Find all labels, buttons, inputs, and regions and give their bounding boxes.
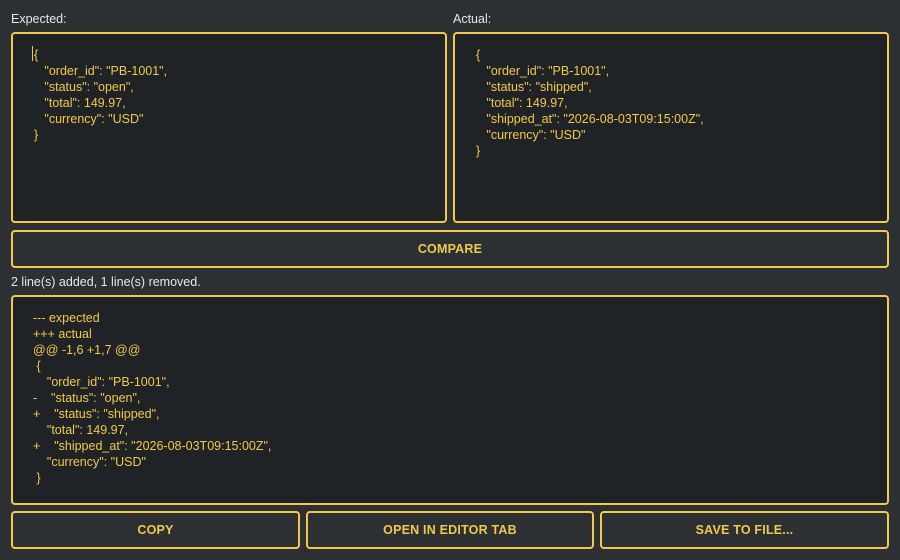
expected-json-text[interactable]: { "order_id": "PB-1001", "status": "open… bbox=[13, 34, 445, 143]
actual-label: Actual: bbox=[453, 12, 492, 26]
actual-editor[interactable]: { "order_id": "PB-1001", "status": "ship… bbox=[453, 32, 889, 223]
actual-json-text[interactable]: { "order_id": "PB-1001", "status": "ship… bbox=[455, 34, 887, 159]
save-to-file-button[interactable]: SAVE TO FILE... bbox=[600, 511, 889, 549]
diff-output-text[interactable]: --- expected +++ actual @@ -1,6 +1,7 @@ … bbox=[13, 297, 887, 486]
copy-button[interactable]: COPY bbox=[11, 511, 300, 549]
expected-editor[interactable]: { "order_id": "PB-1001", "status": "open… bbox=[11, 32, 447, 223]
open-in-editor-tab-button[interactable]: OPEN IN EDITOR TAB bbox=[306, 511, 594, 549]
compare-button[interactable]: COMPARE bbox=[11, 230, 889, 268]
diff-output[interactable]: --- expected +++ actual @@ -1,6 +1,7 @@ … bbox=[11, 295, 889, 505]
diff-summary: 2 line(s) added, 1 line(s) removed. bbox=[11, 275, 201, 289]
text-caret bbox=[32, 46, 33, 61]
expected-label: Expected: bbox=[11, 12, 67, 26]
